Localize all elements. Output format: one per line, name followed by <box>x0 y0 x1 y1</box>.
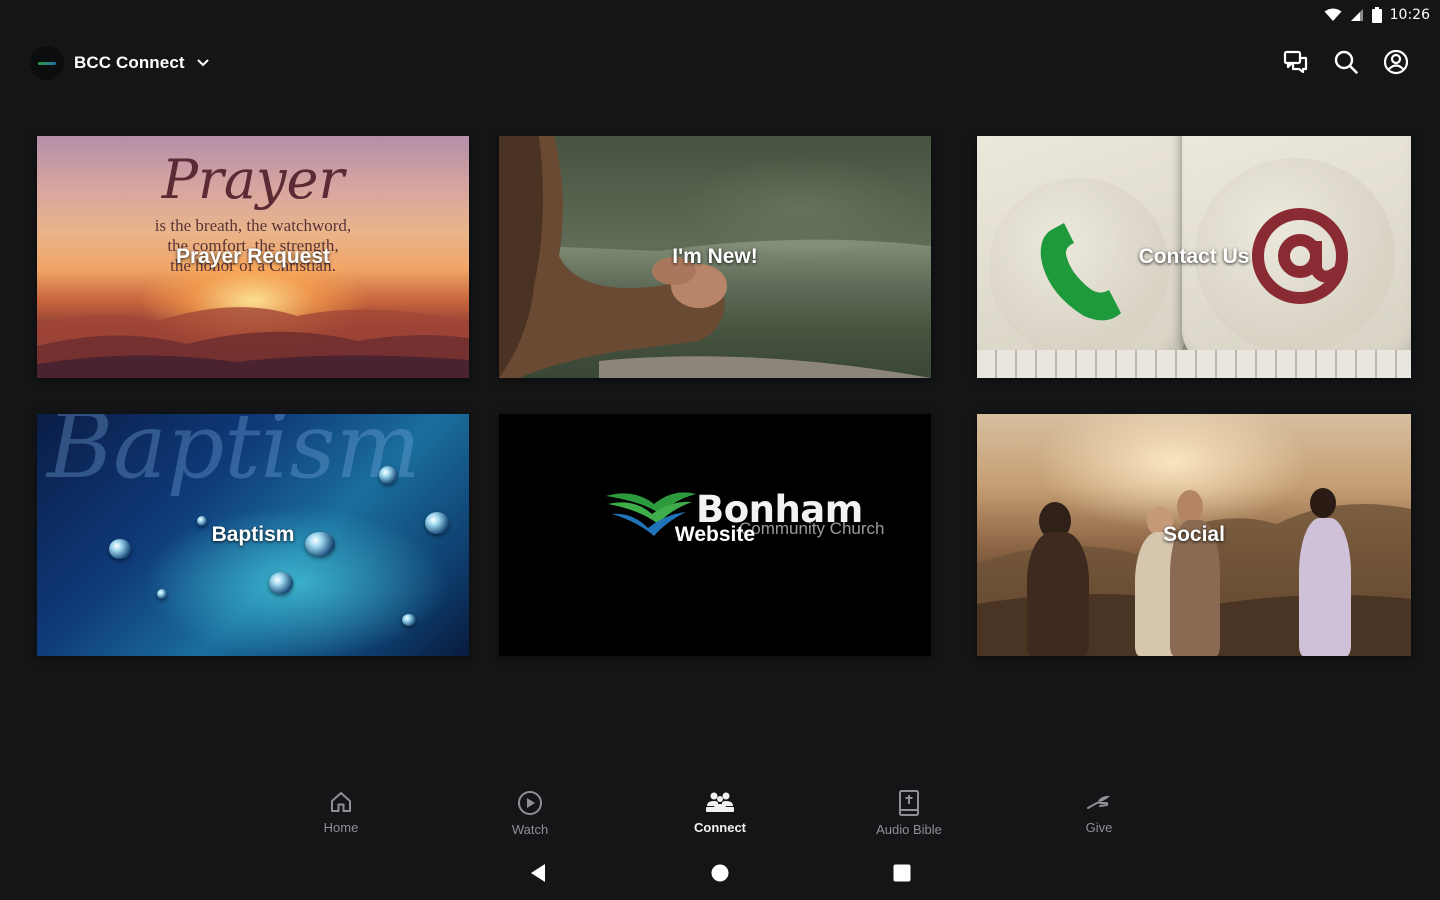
nav-label: Connect <box>694 820 746 835</box>
nav-watch[interactable]: Watch <box>470 790 590 837</box>
wifi-icon <box>1324 8 1342 21</box>
system-recents-button[interactable] <box>887 858 917 888</box>
tile-social[interactable]: Social <box>977 414 1411 656</box>
play-circle-icon <box>518 791 542 815</box>
app-bar: BCC Connect <box>0 40 1440 88</box>
tile-label: Contact Us <box>1138 245 1250 268</box>
status-time: 10:26 <box>1389 7 1430 23</box>
chat-icon <box>1283 50 1308 74</box>
give-hand-icon <box>1087 795 1110 809</box>
app-actions <box>1282 48 1410 76</box>
app-switcher[interactable]: BCC Connect <box>30 46 209 80</box>
tile-label: I'm New! <box>672 245 758 268</box>
chevron-down-icon <box>197 59 209 67</box>
people-icon <box>706 792 734 812</box>
nav-label: Watch <box>511 822 549 837</box>
nav-home[interactable]: Home <box>281 790 401 835</box>
tile-label: Social <box>1163 523 1225 546</box>
nav-label: Audio Bible <box>876 822 942 837</box>
nav-label: Home <box>323 820 359 835</box>
tile-prayer-request[interactable]: Prayer is the breath, the watchword, the… <box>37 136 469 378</box>
nav-give[interactable]: Give <box>1039 790 1159 835</box>
battery-icon <box>1371 7 1382 23</box>
signal-icon <box>1350 9 1363 21</box>
recents-icon <box>893 864 911 882</box>
search-button[interactable] <box>1332 48 1360 76</box>
tile-im-new[interactable]: I'm New! <box>499 136 931 378</box>
nav-audio-bible[interactable]: Audio Bible <box>849 790 969 837</box>
back-icon <box>531 864 545 882</box>
home-circle-icon <box>711 864 729 882</box>
tile-website[interactable]: Bonham Community Church Website <box>499 414 931 656</box>
tile-label: Website <box>674 523 756 546</box>
system-back-button[interactable] <box>523 858 553 888</box>
app-title: BCC Connect <box>74 53 185 72</box>
tile-baptism[interactable]: Baptism Baptism <box>37 414 469 656</box>
account-icon <box>1383 49 1409 75</box>
search-icon <box>1334 50 1358 74</box>
tile-label: Prayer Request <box>175 245 331 268</box>
bible-icon <box>899 790 919 816</box>
nav-connect[interactable]: Connect <box>660 790 780 835</box>
home-icon <box>331 792 351 812</box>
app-logo <box>30 46 64 80</box>
status-bar: 10:26 <box>0 0 1440 30</box>
chat-button[interactable] <box>1282 48 1310 76</box>
account-button[interactable] <box>1382 48 1410 76</box>
system-nav-bar <box>0 858 1440 888</box>
tile-contact-us[interactable]: Contact Us <box>977 136 1411 378</box>
nav-label: Give <box>1085 820 1113 835</box>
system-home-button[interactable] <box>705 858 735 888</box>
bottom-nav: Home Watch Connect Audio Bible Give <box>0 790 1440 840</box>
tile-label: Baptism <box>211 523 295 546</box>
